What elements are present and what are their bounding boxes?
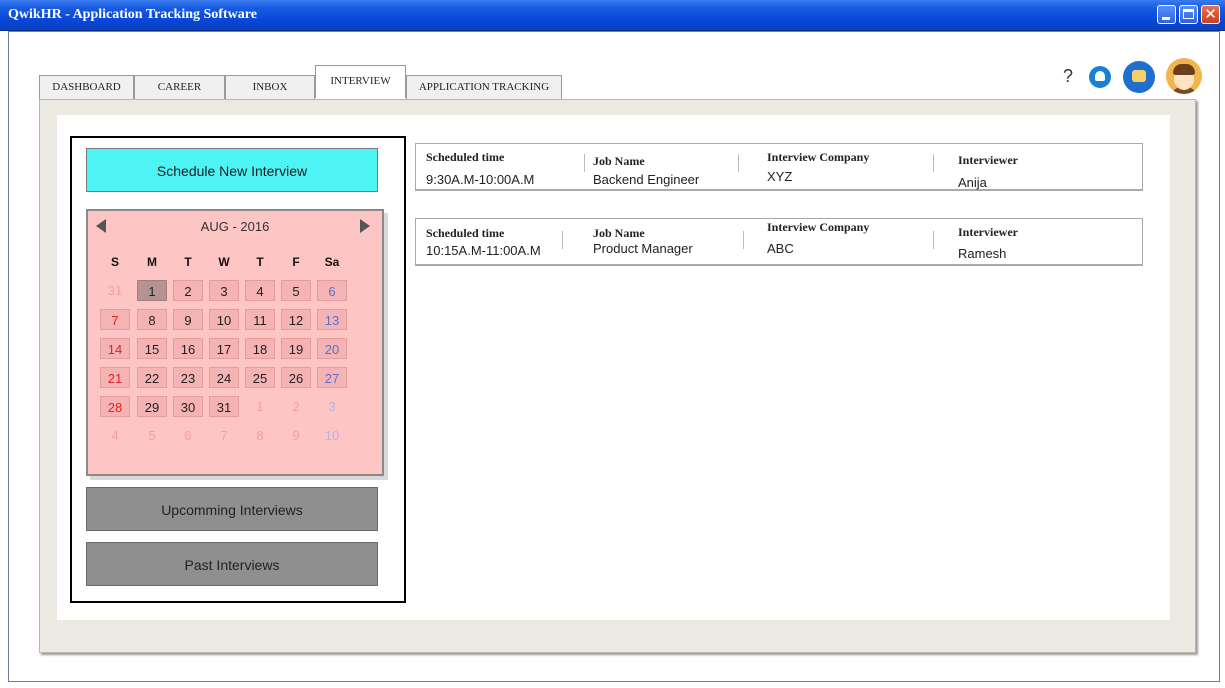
- calendar-day[interactable]: 10: [317, 425, 347, 446]
- calendar-day[interactable]: 1: [245, 396, 275, 417]
- calendar-day[interactable]: 17: [209, 338, 239, 359]
- weekday-header: Sa: [324, 255, 340, 269]
- interviewer-label: Interviewer: [958, 153, 1018, 167]
- weekday-header: S: [110, 255, 119, 269]
- weekday-header: F: [292, 255, 300, 269]
- calendar-day[interactable]: 23: [173, 367, 203, 388]
- divider: [738, 154, 739, 172]
- interview-company-value: XYZ: [767, 169, 793, 184]
- tab-career[interactable]: CAREER: [134, 75, 225, 99]
- calendar-day[interactable]: 25: [245, 367, 275, 388]
- calendar-day[interactable]: 3: [317, 396, 347, 417]
- calendar-day[interactable]: 18: [245, 338, 275, 359]
- calendar-day[interactable]: 14: [100, 338, 130, 359]
- calendar-day[interactable]: 30: [173, 396, 203, 417]
- calendar-day[interactable]: 29: [137, 396, 167, 417]
- scheduled-time-value: 9:30A.M-10:00A.M: [426, 172, 535, 187]
- minimize-icon: [1162, 17, 1170, 20]
- calendar-day[interactable]: 28: [100, 396, 130, 417]
- interviewer-value: Ramesh: [958, 246, 1007, 261]
- interviewer-value: Anija: [958, 175, 987, 190]
- calendar-day[interactable]: 7: [100, 309, 130, 330]
- calendar-day[interactable]: 2: [173, 280, 203, 301]
- calendar-day[interactable]: 22: [137, 367, 167, 388]
- close-button[interactable]: ✕: [1201, 5, 1220, 24]
- calendar-month: AUG - 2016: [200, 219, 270, 234]
- calendar-day[interactable]: 4: [100, 425, 130, 446]
- tab-interview[interactable]: INTERVIEW: [315, 65, 406, 98]
- window-title: QwikHR - Application Tracking Software: [8, 7, 257, 22]
- maximize-icon: [1183, 9, 1194, 19]
- chat-icon[interactable]: [1123, 61, 1155, 93]
- avatar-hair: [1173, 64, 1195, 75]
- calendar-day[interactable]: 31: [100, 280, 130, 301]
- calendar-day[interactable]: 6: [173, 425, 203, 446]
- chat-glyph: [1132, 70, 1146, 82]
- divider: [584, 154, 585, 172]
- calendar-day[interactable]: 31: [209, 396, 239, 417]
- calendar-day[interactable]: 27: [317, 367, 347, 388]
- divider: [743, 231, 744, 249]
- scheduled-time-label: Scheduled time: [426, 226, 505, 240]
- title-bar: QwikHR - Application Tracking Software ✕: [0, 0, 1225, 31]
- divider: [933, 231, 934, 249]
- calendar-day[interactable]: 19: [281, 338, 311, 359]
- tab-inbox[interactable]: INBOX: [225, 75, 315, 99]
- tab-dashboard[interactable]: DASHBOARD: [39, 75, 134, 99]
- calendar-day[interactable]: 15: [137, 338, 167, 359]
- scheduled-time-value: 10:15A.M-11:00A.M: [426, 243, 541, 258]
- calendar-day[interactable]: 3: [209, 280, 239, 301]
- interview-card[interactable]: Scheduled time 9:30A.M-10:00A.M Job Name…: [415, 143, 1143, 191]
- maximize-button[interactable]: [1179, 5, 1198, 24]
- interviewer-label: Interviewer: [958, 225, 1018, 239]
- bell-glyph: [1095, 71, 1105, 81]
- weekday-header: M: [147, 255, 157, 269]
- calendar-day[interactable]: 10: [209, 309, 239, 330]
- weekday-header: W: [218, 255, 230, 269]
- calendar-day[interactable]: 20: [317, 338, 347, 359]
- calendar-day[interactable]: 2: [281, 396, 311, 417]
- tab-application-tracking[interactable]: APPLICATION TRACKING: [406, 75, 562, 99]
- weekday-header: T: [256, 255, 264, 269]
- next-month-icon[interactable]: [360, 219, 370, 233]
- scheduled-time-label: Scheduled time: [426, 150, 505, 164]
- divider: [933, 154, 934, 172]
- calendar-day[interactable]: 9: [173, 309, 203, 330]
- calendar-day[interactable]: 5: [281, 280, 311, 301]
- job-name-value: Backend Engineer: [593, 172, 700, 187]
- calendar: AUG - 2016 S M T W T F Sa 31 1 2 3 4 5 6 7 8 9 10 11 12 13 14…: [86, 209, 384, 476]
- divider: [562, 231, 563, 249]
- calendar-day[interactable]: 5: [137, 425, 167, 446]
- calendar-day[interactable]: 4: [245, 280, 275, 301]
- interview-company-label: Interview Company: [767, 150, 870, 164]
- calendar-day[interactable]: 13: [317, 309, 347, 330]
- calendar-day[interactable]: 26: [281, 367, 311, 388]
- calendar-day[interactable]: 11: [245, 309, 275, 330]
- calendar-day[interactable]: 16: [173, 338, 203, 359]
- calendar-day[interactable]: 8: [137, 309, 167, 330]
- minimize-button[interactable]: [1157, 5, 1176, 24]
- avatar[interactable]: [1166, 58, 1202, 94]
- interview-card[interactable]: Scheduled time 10:15A.M-11:00A.M Job Nam…: [415, 218, 1143, 266]
- calendar-day[interactable]: 8: [245, 425, 275, 446]
- schedule-new-interview-button[interactable]: Schedule New Interview: [86, 148, 378, 192]
- job-name-value: Product Manager: [593, 241, 693, 256]
- calendar-day[interactable]: 24: [209, 367, 239, 388]
- calendar-day[interactable]: 21: [100, 367, 130, 388]
- job-name-label: Job Name: [593, 226, 645, 240]
- upcoming-interviews-button[interactable]: Upcomming Interviews: [86, 487, 378, 531]
- calendar-day[interactable]: 9: [281, 425, 311, 446]
- weekday-header: T: [184, 255, 192, 269]
- interview-company-label: Interview Company: [767, 220, 870, 234]
- help-icon[interactable]: ?: [1063, 66, 1073, 87]
- calendar-day[interactable]: 12: [281, 309, 311, 330]
- calendar-day[interactable]: 6: [317, 280, 347, 301]
- past-interviews-button[interactable]: Past Interviews: [86, 542, 378, 586]
- calendar-day[interactable]: 1: [137, 280, 167, 301]
- close-icon: ✕: [1204, 5, 1217, 23]
- bell-icon[interactable]: [1089, 66, 1111, 88]
- interview-company-value: ABC: [767, 241, 794, 256]
- job-name-label: Job Name: [593, 154, 645, 168]
- calendar-day[interactable]: 7: [209, 425, 239, 446]
